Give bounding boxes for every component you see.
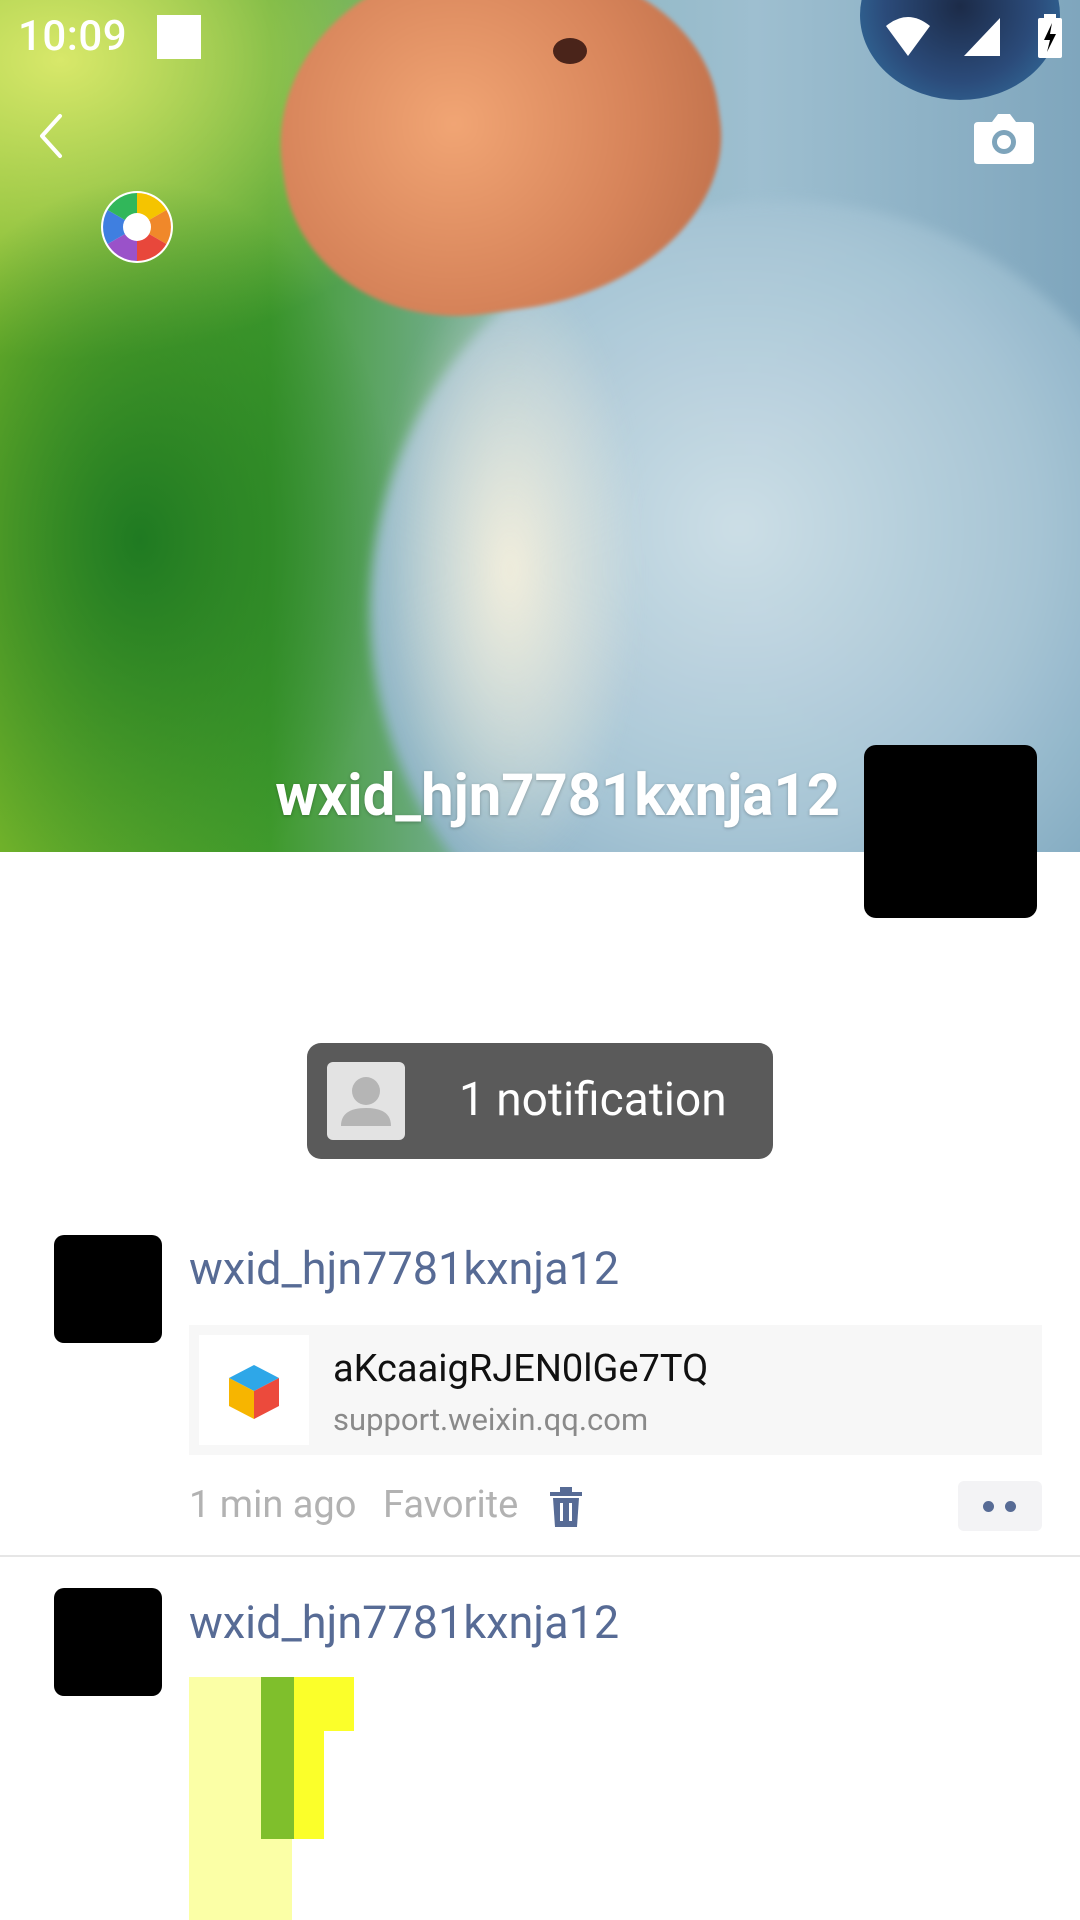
more-button[interactable] <box>958 1481 1042 1531</box>
camera-icon <box>974 114 1034 164</box>
cell-signal-icon <box>964 18 1000 56</box>
post-avatar[interactable] <box>54 1588 162 1696</box>
post-image[interactable] <box>189 1677 354 1920</box>
notification-text: 1 notification <box>459 1073 727 1127</box>
cover-username: wxid_hjn7781kxnja12 <box>275 762 840 830</box>
profile-avatar[interactable] <box>864 745 1037 918</box>
link-thumbnail <box>199 1335 309 1445</box>
notification-square-icon <box>157 15 201 59</box>
post-author[interactable]: wxid_hjn7781kxnja12 <box>189 1596 619 1649</box>
trash-icon[interactable] <box>548 1487 584 1527</box>
more-dot-icon <box>983 1501 994 1512</box>
mini-program-cube-icon <box>229 1365 279 1419</box>
cover-photo[interactable] <box>0 0 1080 852</box>
wifi-icon <box>886 17 930 56</box>
notification-button[interactable]: 1 notification <box>307 1043 773 1159</box>
status-time: 10:09 <box>18 12 128 61</box>
back-button[interactable] <box>28 108 80 164</box>
link-title: aKcaaigRJEN0lGe7TQ <box>333 1347 709 1391</box>
album-aperture-icon[interactable] <box>100 190 174 264</box>
post-author[interactable]: wxid_hjn7781kxnja12 <box>189 1242 619 1295</box>
post-avatar[interactable] <box>54 1235 162 1343</box>
battery-icon <box>1038 14 1062 58</box>
post-time: 1 min ago <box>189 1483 357 1527</box>
favorite-link[interactable]: Favorite <box>383 1483 518 1527</box>
default-avatar-icon <box>341 1077 391 1126</box>
status-bar: 10:09 <box>0 0 1080 72</box>
notification-avatar <box>327 1062 405 1140</box>
back-arrow-icon <box>40 114 62 158</box>
link-card[interactable]: aKcaaigRJEN0lGe7TQ support.weixin.qq.com <box>189 1325 1042 1455</box>
post-divider <box>0 1555 1080 1557</box>
more-dot-icon <box>1005 1501 1016 1512</box>
link-domain: support.weixin.qq.com <box>333 1401 649 1438</box>
camera-button[interactable] <box>972 112 1036 168</box>
